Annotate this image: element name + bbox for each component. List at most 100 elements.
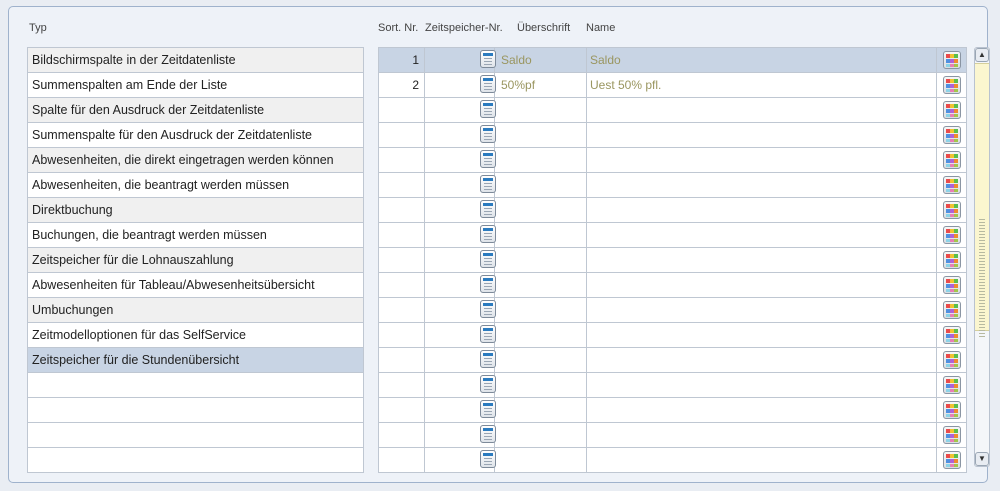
color-palette-icon[interactable] [942,276,961,294]
table-row[interactable] [378,122,967,148]
calendar-list-icon[interactable] [480,450,496,468]
type-label[interactable]: Buchungen, die beantragt werden müssen [27,222,364,248]
ueberschrift-cell[interactable] [480,347,587,373]
sort-nr-cell[interactable] [378,97,425,123]
ueberschrift-cell[interactable]: 50%pf [480,72,587,98]
type-row[interactable]: Zeitspeicher für die Stundenübersicht [27,347,364,373]
table-row[interactable] [378,247,967,273]
type-row[interactable]: Zeitspeicher für die Lohnauszahlung [27,247,364,273]
type-label[interactable]: Umbuchungen [27,297,364,323]
scroll-up-button[interactable]: ▲ [975,48,989,62]
calendar-list-icon[interactable] [480,400,496,418]
sort-nr-cell[interactable] [378,397,425,423]
table-row[interactable] [378,447,967,473]
ueberschrift-cell[interactable] [480,222,587,248]
ueberschrift-cell[interactable] [480,397,587,423]
ueberschrift-cell[interactable] [480,172,587,198]
sort-nr-cell[interactable] [378,297,425,323]
name-cell[interactable] [586,347,937,373]
calendar-list-icon[interactable] [480,425,496,443]
name-cell[interactable] [586,172,937,198]
calendar-list-icon[interactable] [480,150,496,168]
vertical-scrollbar[interactable]: ▲ ▼ [974,47,990,467]
color-palette-icon[interactable] [942,251,961,269]
type-label[interactable] [27,372,364,398]
sort-nr-cell[interactable] [378,122,425,148]
ueberschrift-cell[interactable] [480,122,587,148]
calendar-list-icon[interactable] [480,200,496,218]
sort-nr-cell[interactable] [378,197,425,223]
type-row[interactable]: Direktbuchung [27,197,364,223]
type-row[interactable] [27,422,364,448]
table-row[interactable] [378,397,967,423]
type-label[interactable] [27,397,364,423]
name-cell[interactable]: Uest 50% pfl. [586,72,937,98]
type-label[interactable] [27,447,364,473]
name-cell[interactable] [586,372,937,398]
type-row[interactable] [27,447,364,473]
type-row[interactable]: Spalte für den Ausdruck der Zeitdatenlis… [27,97,364,123]
scroll-thumb[interactable] [975,63,989,339]
calendar-list-icon[interactable] [480,300,496,318]
name-cell[interactable]: Saldo [586,47,937,73]
name-cell[interactable] [586,247,937,273]
sort-nr-cell[interactable] [378,422,425,448]
ueberschrift-cell[interactable] [480,147,587,173]
name-cell[interactable] [586,197,937,223]
name-cell[interactable] [586,147,937,173]
name-cell[interactable] [586,122,937,148]
calendar-list-icon[interactable] [480,350,496,368]
table-row[interactable]: 13SaldoSaldo [378,47,967,73]
ueberschrift-cell[interactable] [480,97,587,123]
calendar-list-icon[interactable] [480,325,496,343]
color-palette-icon[interactable] [942,176,961,194]
color-palette-icon[interactable] [942,201,961,219]
calendar-list-icon[interactable] [480,375,496,393]
color-palette-icon[interactable] [942,451,961,469]
name-cell[interactable] [586,397,937,423]
sort-nr-cell[interactable]: 2 [378,72,425,98]
color-palette-icon[interactable] [942,151,961,169]
sort-nr-cell[interactable] [378,247,425,273]
sort-nr-cell[interactable]: 1 [378,47,425,73]
type-row[interactable] [27,397,364,423]
calendar-list-icon[interactable] [480,50,496,68]
calendar-list-icon[interactable] [480,275,496,293]
table-row[interactable] [378,372,967,398]
type-label[interactable]: Abwesenheiten, die beantragt werden müss… [27,172,364,198]
type-label[interactable]: Bildschirmspalte in der Zeitdatenliste [27,47,364,73]
color-palette-icon[interactable] [942,101,961,119]
table-row[interactable] [378,322,967,348]
type-label[interactable]: Abwesenheiten für Tableau/Abwesenheitsüb… [27,272,364,298]
table-row[interactable] [378,272,967,298]
scroll-down-button[interactable]: ▼ [975,452,989,466]
calendar-list-icon[interactable] [480,75,496,93]
table-row[interactable] [378,97,967,123]
sort-nr-cell[interactable] [378,347,425,373]
color-palette-icon[interactable] [942,351,961,369]
type-row[interactable]: Abwesenheiten, die direkt eingetragen we… [27,147,364,173]
type-row[interactable]: Buchungen, die beantragt werden müssen [27,222,364,248]
name-cell[interactable] [586,222,937,248]
table-row[interactable] [378,197,967,223]
type-label[interactable]: Zeitspeicher für die Stundenübersicht [27,347,364,373]
name-cell[interactable] [586,297,937,323]
ueberschrift-cell[interactable] [480,297,587,323]
color-palette-icon[interactable] [942,326,961,344]
name-cell[interactable] [586,97,937,123]
type-label[interactable]: Summenspalten am Ende der Liste [27,72,364,98]
type-row[interactable]: Bildschirmspalte in der Zeitdatenliste [27,47,364,73]
type-label[interactable]: Direktbuchung [27,197,364,223]
ueberschrift-cell[interactable]: Saldo [480,47,587,73]
type-row[interactable]: Summenspalte für den Ausdruck der Zeitda… [27,122,364,148]
type-label[interactable]: Zeitmodelloptionen für das SelfService [27,322,364,348]
type-row[interactable] [27,372,364,398]
calendar-list-icon[interactable] [480,175,496,193]
calendar-list-icon[interactable] [480,225,496,243]
ueberschrift-cell[interactable] [480,322,587,348]
table-row[interactable] [378,422,967,448]
color-palette-icon[interactable] [942,226,961,244]
sort-nr-cell[interactable] [378,447,425,473]
sort-nr-cell[interactable] [378,147,425,173]
ueberschrift-cell[interactable] [480,447,587,473]
